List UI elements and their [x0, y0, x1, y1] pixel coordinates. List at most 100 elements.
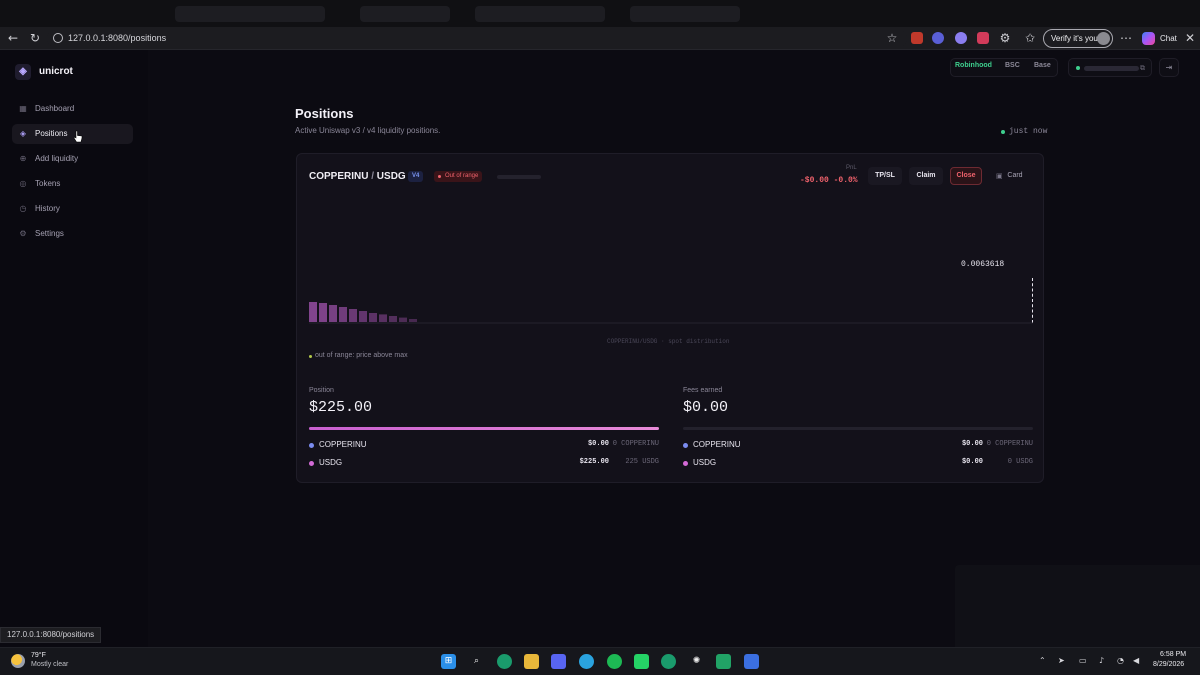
search-icon[interactable]: ⌕ — [469, 654, 484, 669]
token-amount: 0 COPPERINU — [612, 440, 659, 448]
tray-app-icon[interactable]: ▭ — [1079, 656, 1087, 665]
whatsapp-icon[interactable] — [634, 654, 649, 669]
browser-tab[interactable] — [360, 6, 450, 22]
microphone-icon[interactable]: ♪ — [1099, 656, 1104, 665]
wallet-address — [1084, 66, 1139, 71]
pnl-label: PnL — [846, 165, 857, 171]
range-status-dot — [438, 175, 441, 178]
telegram-tray-icon[interactable]: ➤ — [1058, 656, 1065, 665]
range-status-badge: Out of range — [434, 171, 483, 182]
extension-icon[interactable] — [955, 32, 967, 44]
pnl-value: -$0.00 -0.0% — [800, 176, 858, 185]
browser-tab[interactable] — [475, 6, 605, 22]
page-title: Positions — [295, 106, 354, 121]
back-icon[interactable]: ← — [6, 31, 20, 45]
claim-button[interactable]: Claim — [909, 167, 943, 185]
position-bar — [309, 427, 659, 430]
position-card: COPPERINU / USDG V4 Out of range PnL -$0… — [296, 153, 1044, 483]
sidebar-item-settings[interactable]: ⚙ Settings — [12, 224, 133, 244]
current-price: 0.0063618 — [961, 260, 1005, 269]
fee-row: COPPERINU $0.00 0 COPPERINU — [683, 440, 1033, 452]
sheets-icon[interactable] — [716, 654, 731, 669]
volume-icon[interactable]: ◀ — [1133, 656, 1139, 665]
browser-tab[interactable] — [630, 6, 740, 22]
version-badge: V4 — [408, 171, 424, 182]
copilot-icon — [1142, 32, 1155, 45]
app-icon[interactable] — [744, 654, 759, 669]
close-icon[interactable]: ✕ — [1183, 31, 1197, 45]
more-icon[interactable]: ⋯ — [1119, 31, 1133, 45]
copy-icon[interactable]: ⧉ — [1140, 64, 1145, 73]
site-info-icon[interactable] — [53, 33, 63, 43]
browser-tab[interactable] — [175, 6, 325, 22]
token-dot — [309, 443, 314, 448]
range-note-text: out of range: price above max — [315, 352, 408, 359]
grid-icon: ▦ — [19, 104, 27, 113]
discord-icon[interactable] — [551, 654, 566, 669]
coins-icon: ◎ — [19, 179, 27, 188]
token-usd: $0.00 — [961, 458, 983, 466]
mouse-cursor-icon — [73, 130, 83, 143]
liquidity-bar — [359, 311, 367, 322]
sidebar-item-add-liquidity[interactable]: ⊕ Add liquidity — [12, 149, 133, 169]
sidebar-item-tokens[interactable]: ◎ Tokens — [12, 174, 133, 194]
chain-base[interactable]: Base — [1034, 62, 1051, 69]
sidebar-item-label: Dashboard — [35, 104, 75, 113]
liquidity-bar — [319, 303, 327, 322]
reload-icon[interactable]: ↻ — [28, 31, 42, 45]
wifi-icon[interactable]: ◔ — [1117, 656, 1124, 665]
chat-button[interactable]: Chat — [1142, 32, 1177, 45]
edge-icon[interactable] — [661, 654, 676, 669]
liquidity-chart — [309, 302, 1033, 324]
chain-bsc[interactable]: BSC — [1005, 62, 1020, 69]
file-explorer-icon[interactable] — [524, 654, 539, 669]
tpsl-button[interactable]: TP/SL — [868, 167, 902, 185]
avatar — [1097, 32, 1110, 45]
close-position-button[interactable]: Close — [950, 167, 982, 185]
clock-time[interactable]: 6:58 PM — [1160, 651, 1186, 658]
shield-icon[interactable] — [977, 32, 989, 44]
fees-bar — [683, 427, 1033, 430]
verify-label: Verify it's you — [1051, 34, 1098, 43]
spotify-icon[interactable] — [607, 654, 622, 669]
extensions-icon[interactable]: ⚙ — [998, 31, 1012, 45]
edge-icon[interactable] — [497, 654, 512, 669]
chart-caption: COPPERINU/USDG · spot distribution — [607, 338, 730, 345]
clock-date[interactable]: 8/29/2026 — [1153, 661, 1184, 668]
chat-label: Chat — [1160, 34, 1177, 43]
url-field[interactable]: 127.0.0.1:8080/positions — [47, 30, 907, 47]
wallet-button[interactable]: ⧉ — [1068, 58, 1152, 77]
notification-toast[interactable] — [955, 565, 1200, 647]
sidebar-item-dashboard[interactable]: ▦ Dashboard — [12, 99, 133, 119]
token0-name: COPPERINU — [309, 171, 369, 182]
token-usd: $0.00 — [961, 440, 983, 448]
liquidity-bar — [369, 313, 377, 322]
app-window: ◈ unicrot ▦ Dashboard ◈ Positions ⊕ Add … — [0, 50, 1200, 647]
chatgpt-icon[interactable]: ✺ — [689, 654, 704, 669]
brand[interactable]: ◈ unicrot — [15, 64, 73, 80]
star-icon[interactable]: ☆ — [885, 31, 899, 45]
gear-icon: ⚙ — [19, 229, 27, 238]
extension-icon[interactable] — [932, 32, 944, 44]
token-dot — [683, 461, 688, 466]
liquidity-bar — [309, 302, 317, 322]
card-button[interactable]: ▣ Card — [990, 167, 1030, 185]
sidebar-item-history[interactable]: ◷ History — [12, 199, 133, 219]
taskbar: 79°F Mostly clear ⊞ ⌕ ✺ ⌃ ➤ ▭ ♪ ◔ ◀ 6:58… — [0, 647, 1200, 675]
sidebar-item-label: Add liquidity — [35, 154, 79, 163]
telegram-icon[interactable] — [579, 654, 594, 669]
chain-robinhood[interactable]: Robinhood — [955, 62, 992, 69]
extension-icon[interactable] — [911, 32, 923, 44]
start-icon[interactable]: ⊞ — [441, 654, 456, 669]
range-note: out of range: price above max — [309, 352, 408, 359]
verify-profile-button[interactable]: Verify it's you — [1043, 29, 1113, 48]
weather-icon[interactable] — [11, 654, 25, 668]
logout-icon[interactable]: ⇥ — [1159, 58, 1179, 77]
sidebar: ◈ unicrot ▦ Dashboard ◈ Positions ⊕ Add … — [0, 50, 148, 647]
image-icon: ▣ — [996, 172, 1003, 180]
live-dot — [1001, 130, 1005, 134]
chevron-up-icon[interactable]: ⌃ — [1039, 656, 1046, 665]
liquidity-bar — [389, 316, 397, 322]
page-subtitle: Active Uniswap v3 / v4 liquidity positio… — [295, 126, 441, 135]
favorites-icon[interactable]: ✩ — [1023, 31, 1037, 45]
